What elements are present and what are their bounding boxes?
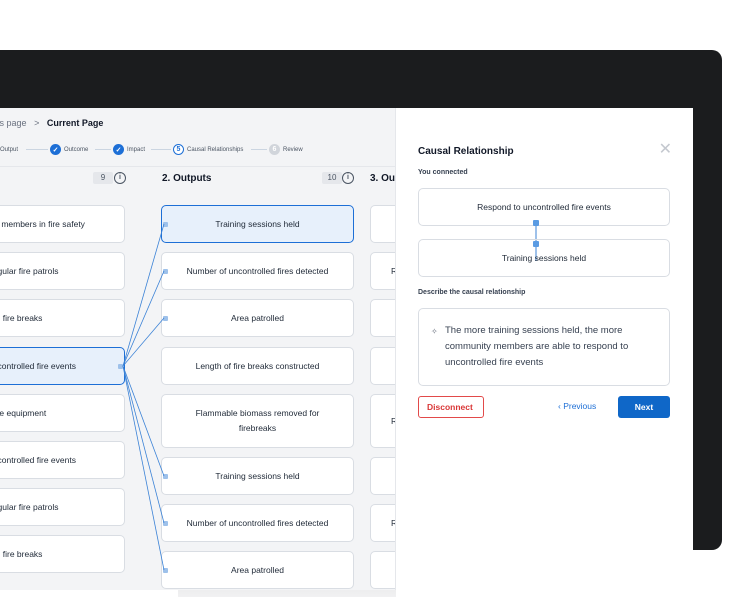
step-output[interactable]: ✓ Output: [0, 144, 18, 155]
card-label: reate fire breaks: [0, 313, 43, 323]
card-label: cquire equipment: [0, 408, 47, 418]
step-label: Review: [283, 146, 303, 153]
connect-handle[interactable]: [118, 364, 123, 369]
card-label: Number of uncontrolled fires detected: [186, 266, 329, 276]
connected-label: You connected: [418, 169, 468, 176]
card-label: Training sessions held: [215, 471, 300, 481]
step-label: Causal Relationships: [187, 146, 244, 153]
item-count-badge: 9: [93, 172, 113, 184]
activity-card-selected[interactable]: o uncontrolled fire events: [0, 347, 125, 385]
activity-card[interactable]: o uncontrolled fire events: [0, 441, 125, 479]
card-label: reate fire breaks: [0, 549, 43, 559]
connect-handle[interactable]: [163, 269, 168, 274]
description-textarea[interactable]: ✧ The more training sessions held, the m…: [418, 308, 670, 386]
card-label: Length of fire breaks constructed: [195, 361, 320, 371]
step-connector: [151, 149, 171, 150]
step-outcome[interactable]: ✓ Outcome: [50, 144, 88, 155]
item-count-badge: 10: [322, 172, 342, 184]
activity-card[interactable]: unity members in fire safety: [0, 205, 125, 243]
check-icon: ✓: [50, 144, 61, 155]
connected-to-box: Training sessions held: [418, 239, 670, 277]
breadcrumb-current: Current Page: [46, 118, 104, 128]
step-causal-relationships[interactable]: 5 Causal Relationships: [173, 144, 243, 155]
output-card[interactable]: Area patrolled: [161, 551, 354, 589]
column-title: 2. Outputs: [162, 173, 212, 184]
step-number: 6: [269, 144, 280, 155]
output-card[interactable]: Length of fire breaks constructed: [161, 347, 354, 385]
causal-relationship-panel: Causal Relationship ✕ You connected Resp…: [395, 108, 693, 590]
activity-card[interactable]: reate fire breaks: [0, 535, 125, 573]
output-card[interactable]: Area patrolled: [161, 299, 354, 337]
step-label: Impact: [127, 146, 146, 153]
info-icon[interactable]: i: [342, 172, 354, 184]
card-label: Number of uncontrolled fires detected: [186, 518, 329, 528]
description-text: The more training sessions held, the mor…: [445, 325, 629, 368]
card-label: o uncontrolled fire events: [0, 455, 76, 465]
card-label: Area patrolled: [231, 313, 284, 323]
describe-label: Describe the causal relationship: [418, 289, 526, 296]
sparkle-icon: ✧: [431, 327, 438, 336]
connected-to: Training sessions held: [501, 253, 587, 263]
close-icon[interactable]: ✕: [659, 142, 672, 158]
breadcrumb: Previous page > Current Page: [0, 118, 103, 128]
card-label: o uncontrolled fire events: [0, 361, 76, 371]
connect-handle[interactable]: [163, 222, 168, 227]
card-label: Area patrolled: [231, 565, 284, 575]
step-label: Output: [0, 146, 19, 153]
output-card[interactable]: Number of uncontrolled fires detected: [161, 504, 354, 542]
connect-handle[interactable]: [163, 316, 168, 321]
next-button[interactable]: Next: [618, 396, 670, 418]
output-card-selected[interactable]: Training sessions held: [161, 205, 354, 243]
connector-dot: [533, 220, 539, 226]
step-impact[interactable]: ✓ Impact: [113, 144, 145, 155]
card-label: ct regular fire patrols: [0, 502, 59, 512]
card-label: Training sessions held: [215, 219, 300, 229]
info-icon[interactable]: i: [114, 172, 126, 184]
output-card[interactable]: Flammable biomass removed for firebreaks: [161, 394, 354, 448]
step-review[interactable]: 6 Review: [269, 144, 303, 155]
step-number: 5: [173, 144, 184, 155]
step-connector: [251, 149, 267, 150]
step-connector: [95, 149, 111, 150]
card-label: Flammable biomass removed for firebreaks: [195, 408, 320, 433]
connected-from-box: Respond to uncontrolled fire events: [418, 188, 670, 226]
output-card[interactable]: Number of uncontrolled fires detected: [161, 252, 354, 290]
column-outputs: 2. Outputs 10 i Training sessions held N…: [156, 167, 356, 590]
output-card[interactable]: Training sessions held: [161, 457, 354, 495]
panel-title: Causal Relationship: [418, 146, 514, 157]
breadcrumb-previous[interactable]: Previous page: [0, 118, 27, 128]
previous-button[interactable]: ‹ Previous: [558, 401, 596, 411]
step-label: Outcome: [64, 146, 89, 153]
app-screen: Previous page > Current Page ✓ Output ✓ …: [0, 108, 693, 590]
card-label: ct regular fire patrols: [0, 266, 59, 276]
activity-card[interactable]: cquire equipment: [0, 394, 125, 432]
connect-handle[interactable]: [163, 474, 168, 479]
column-activities: 9 i unity members in fire safety ct regu…: [0, 167, 127, 590]
card-label: unity members in fire safety: [0, 219, 85, 229]
disconnect-button[interactable]: Disconnect: [418, 396, 484, 418]
activity-card[interactable]: ct regular fire patrols: [0, 488, 125, 526]
breadcrumb-separator: >: [34, 118, 40, 128]
activity-card[interactable]: ct regular fire patrols: [0, 252, 125, 290]
column-title: 3. Ou: [370, 173, 396, 184]
check-icon: ✓: [113, 144, 124, 155]
connect-handle[interactable]: [163, 521, 168, 526]
connect-handle[interactable]: [163, 568, 168, 573]
step-connector: [26, 149, 48, 150]
monitor-bezel: Previous page > Current Page ✓ Output ✓ …: [0, 50, 722, 590]
connected-from: Respond to uncontrolled fire events: [477, 202, 611, 212]
activity-card[interactable]: reate fire breaks: [0, 299, 125, 337]
